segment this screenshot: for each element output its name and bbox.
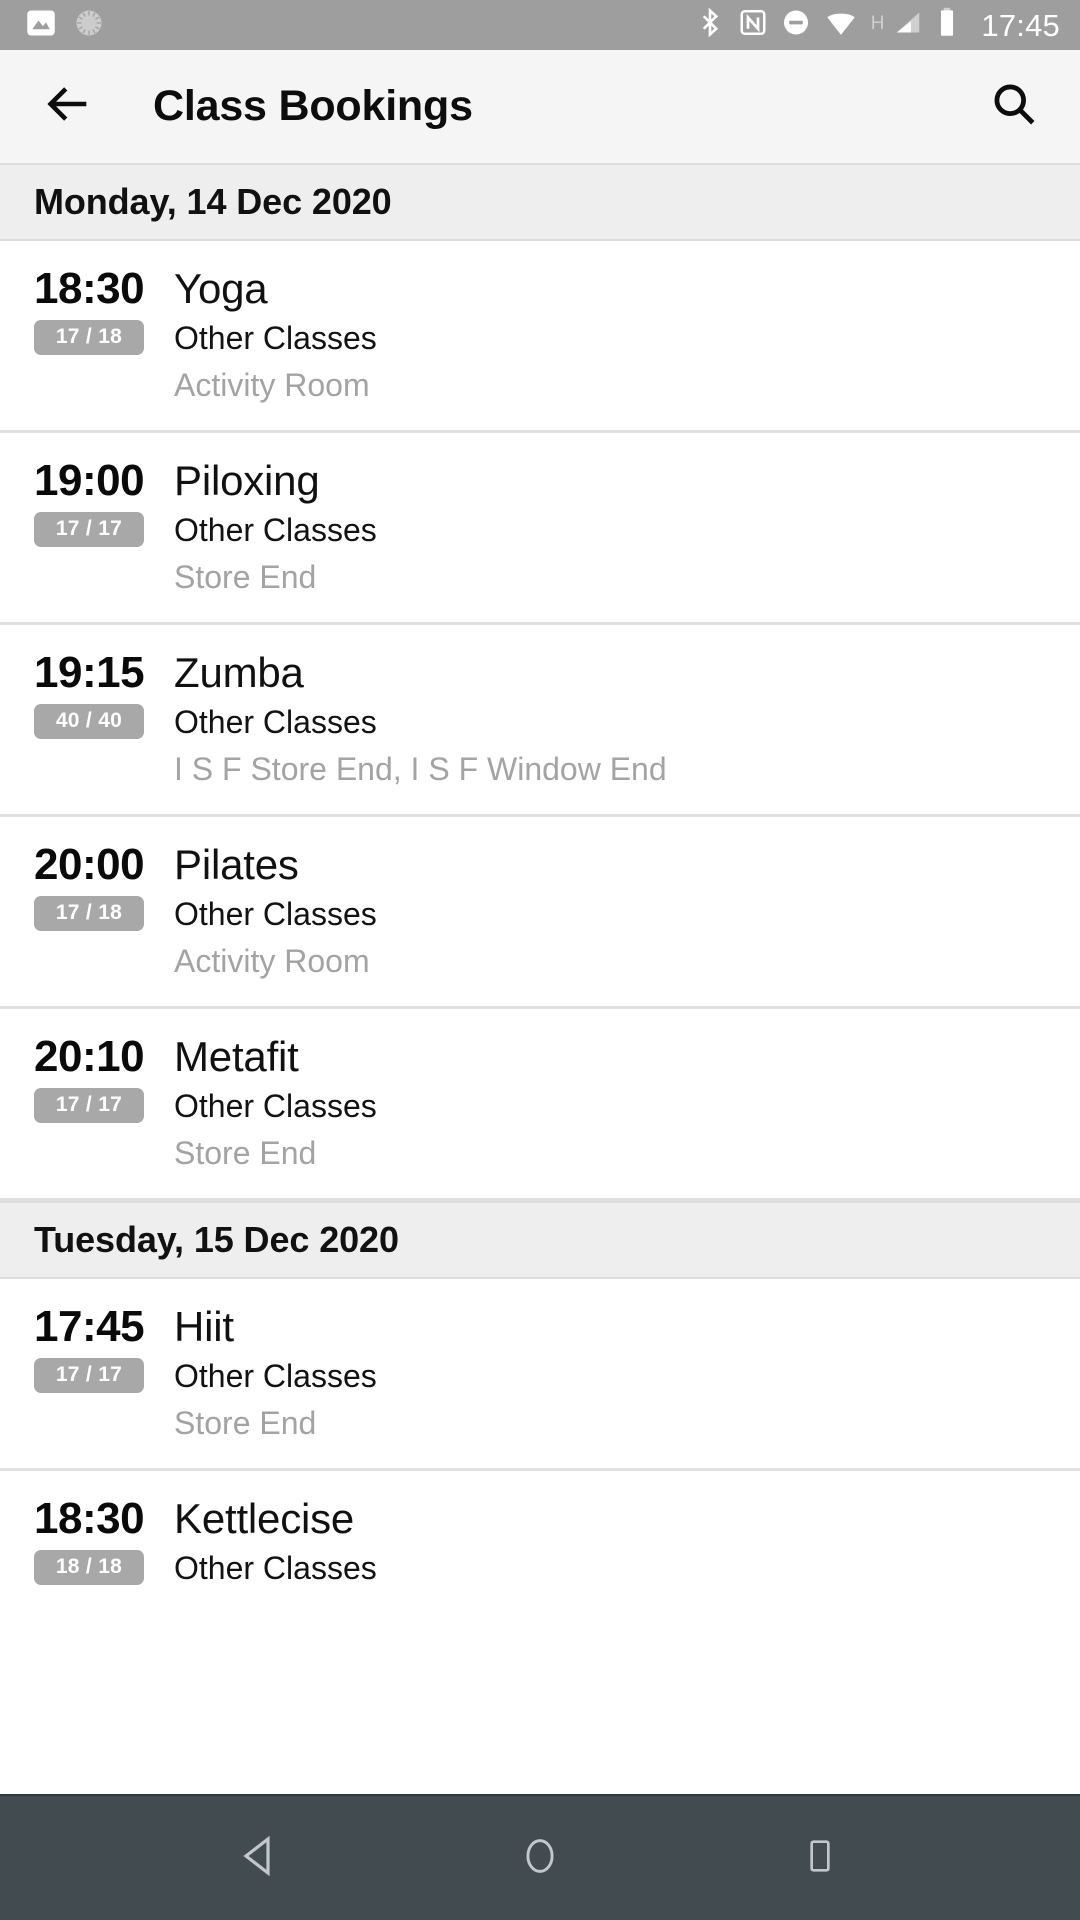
class-name: Piloxing — [174, 456, 320, 504]
cellular-signal-icon — [893, 6, 923, 44]
class-booking-row[interactable]: 18:30 18 / 18 Kettlecise Other Classes — [0, 1470, 1080, 1644]
app-bar: Class Bookings — [0, 50, 1080, 163]
sync-spinner-icon — [74, 8, 104, 43]
class-name: Metafit — [174, 1032, 299, 1080]
search-icon — [989, 79, 1039, 134]
class-start-time: 19:15 — [34, 647, 145, 697]
wifi-icon — [824, 6, 858, 44]
class-row-right: Metafit Other Classes Store End — [174, 1033, 1080, 1174]
class-name: Yoga — [174, 265, 268, 312]
class-booking-row[interactable]: 19:00 17 / 17 Piloxing Other Classes Store E… — [0, 432, 1080, 625]
class-name: Kettlecise — [174, 1494, 355, 1542]
android-navigation-bar — [0, 1794, 1080, 1920]
class-capacity-badge: 40 / 40 — [34, 703, 144, 740]
back-arrow-icon — [43, 78, 95, 135]
class-row-right: Hiit Other Classes Store End — [174, 1303, 1080, 1444]
class-location: Store End — [174, 1134, 317, 1171]
class-location: Store End — [174, 1404, 317, 1441]
class-row-right: Pilates Other Classes Activity Room — [174, 841, 1080, 982]
square-icon — [800, 1832, 840, 1885]
status-bar-system-icons: H 17:45 — [695, 6, 1060, 44]
status-bar-notification-icons — [26, 8, 104, 43]
triangle-left-icon — [236, 1832, 284, 1885]
class-start-time: 18:30 — [34, 1493, 145, 1543]
class-capacity-badge: 18 / 18 — [34, 1549, 144, 1585]
bluetooth-icon — [695, 6, 725, 44]
class-category: Other Classes — [174, 1087, 377, 1124]
class-name: Zumba — [174, 648, 304, 696]
class-start-time: 18:30 — [34, 264, 145, 313]
class-row-left: 17:45 17 / 17 — [0, 1303, 174, 1444]
class-booking-row[interactable]: 17:45 17 / 17 Hiit Other Classes Store End — [0, 1278, 1080, 1471]
class-location: Activity Room — [174, 942, 370, 979]
image-icon — [26, 8, 56, 43]
class-capacity-badge: 17 / 17 — [34, 1357, 144, 1393]
battery-icon — [936, 6, 958, 44]
class-category: Other Classes — [174, 320, 377, 357]
back-button[interactable] — [38, 76, 100, 138]
class-row-right: Piloxing Other Classes Store End — [174, 457, 1080, 598]
status-bar: H 17:45 — [0, 0, 1080, 50]
class-booking-row[interactable]: 19:15 40 / 40 Zumba Other Classes I S F Stor… — [0, 624, 1080, 817]
day-section-date: Tuesday, 15 Dec 2020 — [34, 1218, 399, 1260]
class-category: Other Classes — [174, 1549, 377, 1586]
day-section-header: Tuesday, 15 Dec 2020 — [0, 1200, 1080, 1279]
class-name: Pilates — [174, 840, 299, 888]
class-start-time: 17:45 — [34, 1301, 145, 1351]
class-start-time: 20:00 — [34, 839, 145, 889]
class-location: Activity Room — [174, 366, 370, 403]
day-section-date: Monday, 14 Dec 2020 — [34, 181, 392, 222]
recents-nav-button[interactable] — [765, 1803, 875, 1913]
class-row-left: 20:10 17 / 17 — [0, 1033, 174, 1174]
class-capacity-badge: 17 / 17 — [34, 1087, 144, 1123]
class-capacity-badge: 17 / 18 — [34, 320, 144, 356]
class-row-left: 19:00 17 / 17 — [0, 457, 174, 598]
class-row-right: Zumba Other Classes I S F Store End, I S F… — [174, 649, 1080, 790]
class-booking-row[interactable]: 20:10 17 / 17 Metafit Other Classes Store En… — [0, 1008, 1080, 1201]
phone-screen: H 17:45 Class Bookings Monday, 14 Dec 20… — [0, 0, 1080, 1920]
class-row-left: 18:30 17 / 18 — [0, 265, 174, 406]
class-start-time: 19:00 — [34, 455, 145, 505]
search-button[interactable] — [982, 75, 1046, 139]
class-row-left: 18:30 18 / 18 — [0, 1495, 174, 1620]
class-booking-row[interactable]: 18:30 17 / 18 Yoga Other Classes Activity Ro… — [0, 241, 1080, 433]
class-row-left: 20:00 17 / 18 — [0, 841, 174, 982]
class-capacity-badge: 17 / 17 — [34, 512, 144, 548]
class-row-right: Kettlecise Other Classes — [174, 1495, 1080, 1620]
class-location: I S F Store End, I S F Window End — [174, 750, 667, 787]
class-category: Other Classes — [174, 1357, 377, 1394]
day-section-header: Monday, 14 Dec 2020 — [0, 163, 1080, 241]
class-category: Other Classes — [174, 511, 377, 548]
class-category: Other Classes — [174, 895, 377, 932]
nfc-icon — [738, 6, 768, 44]
page-title: Class Bookings — [153, 82, 473, 130]
class-category: Other Classes — [174, 703, 377, 740]
home-nav-button[interactable] — [485, 1803, 595, 1913]
network-type-label: H — [870, 13, 885, 34]
back-nav-button[interactable] — [205, 1803, 315, 1913]
status-bar-clock: 17:45 — [981, 7, 1060, 43]
class-row-right: Yoga Other Classes Activity Room — [174, 265, 1080, 406]
class-row-left: 19:15 40 / 40 — [0, 649, 174, 790]
class-start-time: 20:10 — [34, 1031, 145, 1081]
class-booking-row[interactable]: 20:00 17 / 18 Pilates Other Classes Activity… — [0, 816, 1080, 1009]
do-not-disturb-icon — [781, 6, 811, 44]
class-name: Hiit — [174, 1302, 234, 1350]
class-capacity-badge: 17 / 18 — [34, 895, 144, 932]
class-bookings-list[interactable]: Monday, 14 Dec 2020 18:30 17 / 18 Yoga Other… — [0, 163, 1080, 1794]
circle-icon — [518, 1832, 562, 1885]
class-location: Store End — [174, 558, 317, 595]
